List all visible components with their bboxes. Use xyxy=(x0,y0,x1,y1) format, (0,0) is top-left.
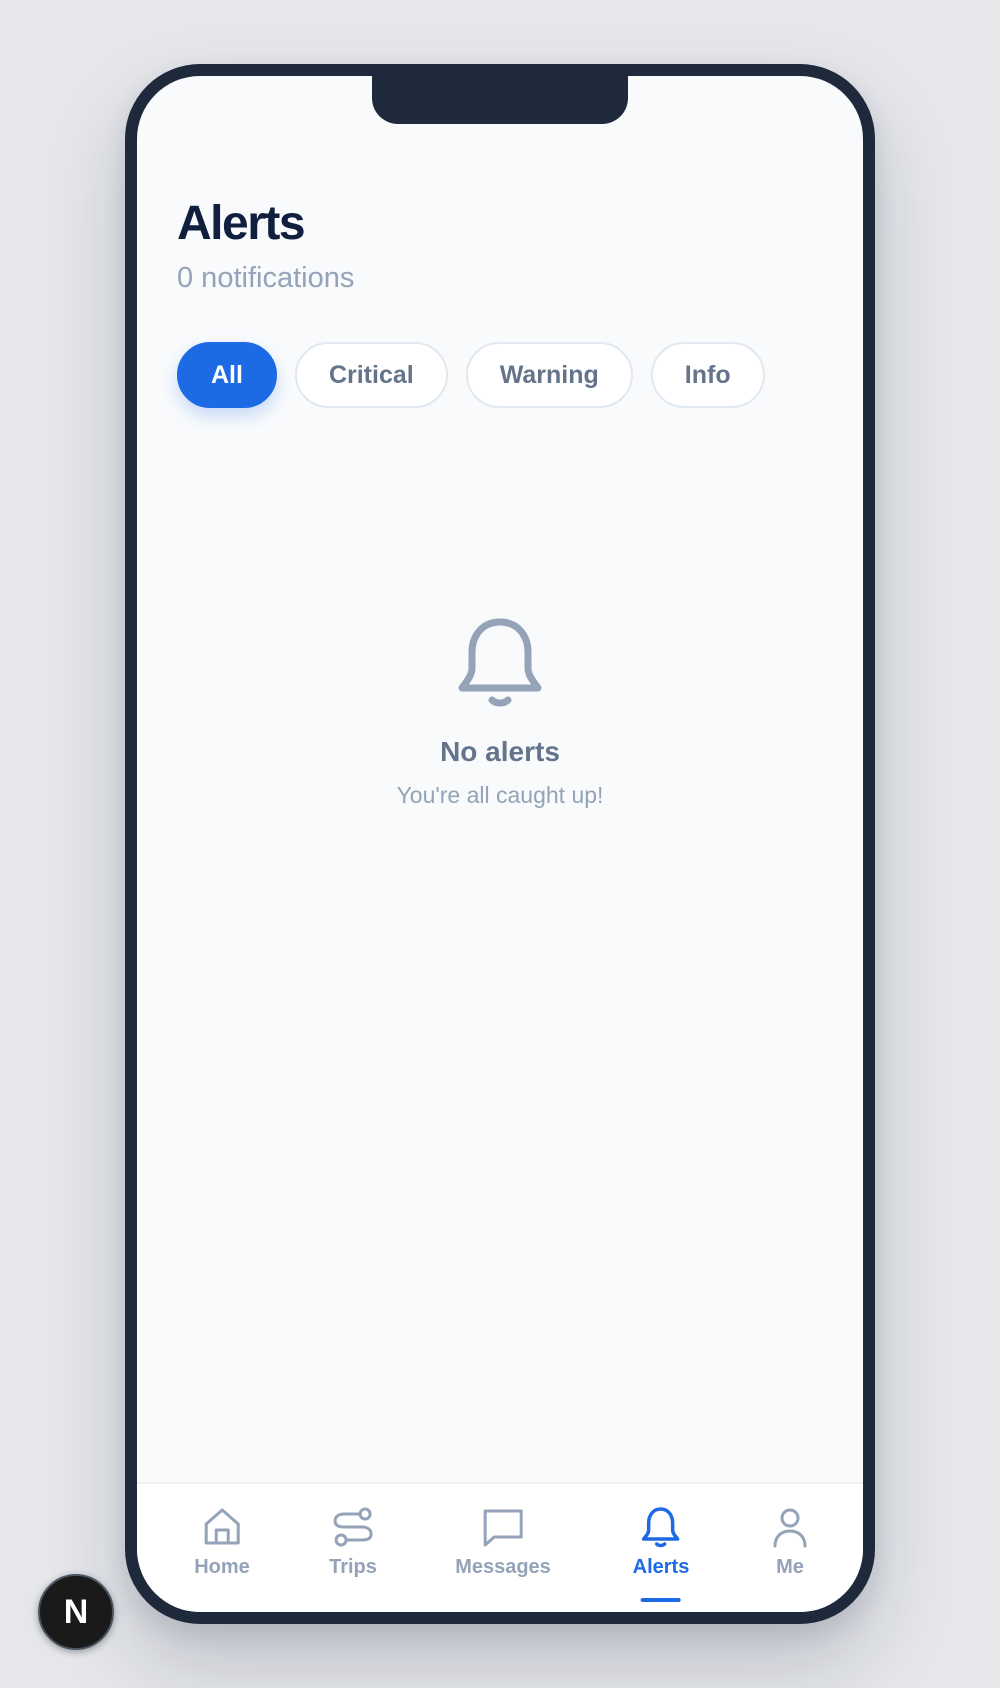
tab-trips-label: Trips xyxy=(329,1556,377,1578)
filter-chip-info[interactable]: Info xyxy=(650,342,765,408)
empty-state: No alerts You're all caught up! xyxy=(137,616,863,809)
phone-screen: Alerts 0 notifications All Critical Warn… xyxy=(137,76,863,1612)
active-tab-indicator xyxy=(640,1598,681,1602)
empty-state-title: No alerts xyxy=(440,736,560,767)
tab-messages[interactable]: Messages xyxy=(455,1506,551,1579)
nextjs-logo-icon[interactable]: N xyxy=(38,1574,114,1650)
user-icon xyxy=(773,1508,807,1548)
tab-home[interactable]: Home xyxy=(194,1506,250,1579)
bottom-tab-bar: Home Trips Messages Alerts Me xyxy=(137,1482,863,1612)
stage: Alerts 0 notifications All Critical Warn… xyxy=(0,0,1000,1688)
phone-frame: Alerts 0 notifications All Critical Warn… xyxy=(125,64,875,1624)
phone-notch xyxy=(372,76,628,124)
page-title: Alerts xyxy=(177,197,306,250)
filter-chip-warning[interactable]: Warning xyxy=(465,342,633,408)
home-icon xyxy=(204,1508,240,1545)
tab-trips[interactable]: Trips xyxy=(329,1506,377,1579)
tab-alerts[interactable]: Alerts xyxy=(632,1506,690,1602)
tab-me-label: Me xyxy=(776,1556,804,1578)
dev-badge-label: N xyxy=(63,1592,89,1631)
tab-messages-label: Messages xyxy=(455,1556,551,1578)
bell-icon xyxy=(642,1507,680,1548)
empty-state-message: You're all caught up! xyxy=(396,782,604,808)
filter-chips: All Critical Warning Info xyxy=(177,342,765,408)
filter-chip-all[interactable]: All xyxy=(177,342,277,408)
notification-count: 0 notifications xyxy=(177,262,355,294)
bell-icon xyxy=(458,618,542,707)
tab-me[interactable]: Me xyxy=(769,1506,811,1579)
chat-icon xyxy=(483,1509,523,1547)
filter-chip-critical[interactable]: Critical xyxy=(294,342,448,408)
route-icon xyxy=(333,1507,373,1547)
tab-home-label: Home xyxy=(194,1556,250,1578)
tab-alerts-label: Alerts xyxy=(632,1556,690,1578)
